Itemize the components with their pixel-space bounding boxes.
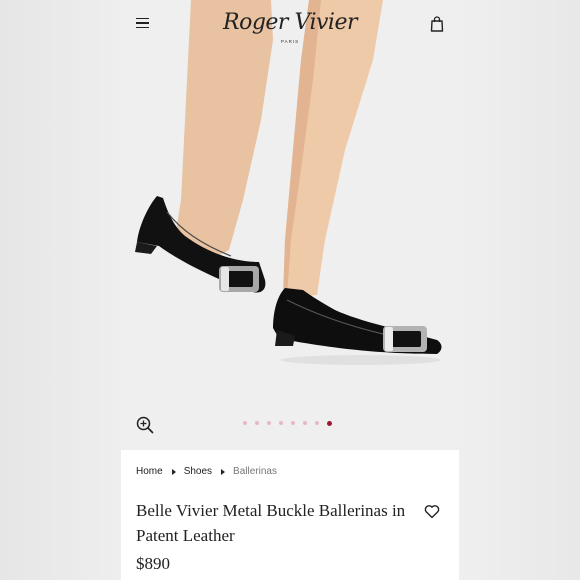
gallery-dot[interactable] — [291, 421, 295, 425]
breadcrumb-home[interactable]: Home — [136, 466, 163, 477]
product-title: Belle Vivier Metal Buckle Ballerinas in … — [136, 501, 406, 545]
zoom-in-icon[interactable] — [136, 416, 154, 434]
breadcrumb-separator-icon — [221, 468, 226, 475]
product-hero-image[interactable]: Roger Vivier PARIS — [121, 0, 459, 450]
brand-logo[interactable]: Roger Vivier — [121, 10, 459, 35]
gallery-dot[interactable] — [303, 421, 307, 425]
brand-logo-subtext: PARIS — [280, 39, 300, 44]
background-left — [0, 0, 121, 580]
gallery-dot[interactable] — [243, 421, 247, 425]
product-photo — [135, 0, 442, 365]
site-header: Roger Vivier PARIS — [121, 0, 459, 50]
gallery-dot[interactable] — [255, 421, 259, 425]
gallery-dot[interactable] — [279, 421, 283, 425]
product-price: $890 — [136, 554, 170, 573]
breadcrumb-separator-icon — [171, 468, 176, 475]
gallery-pagination — [243, 420, 332, 426]
breadcrumb-ballerinas[interactable]: Ballerinas — [233, 466, 277, 477]
breadcrumb-shoes[interactable]: Shoes — [184, 466, 212, 477]
gallery-dot-active[interactable] — [327, 420, 332, 426]
gallery-dot[interactable] — [267, 421, 271, 425]
mobile-product-page: Roger Vivier PARIS Home Shoes Ballerinas… — [121, 0, 459, 580]
shopping-bag-icon[interactable] — [430, 16, 444, 32]
heart-icon[interactable] — [424, 504, 440, 519]
gallery-dot[interactable] — [315, 421, 319, 425]
background-right — [459, 0, 580, 580]
breadcrumb: Home Shoes Ballerinas — [136, 466, 277, 477]
